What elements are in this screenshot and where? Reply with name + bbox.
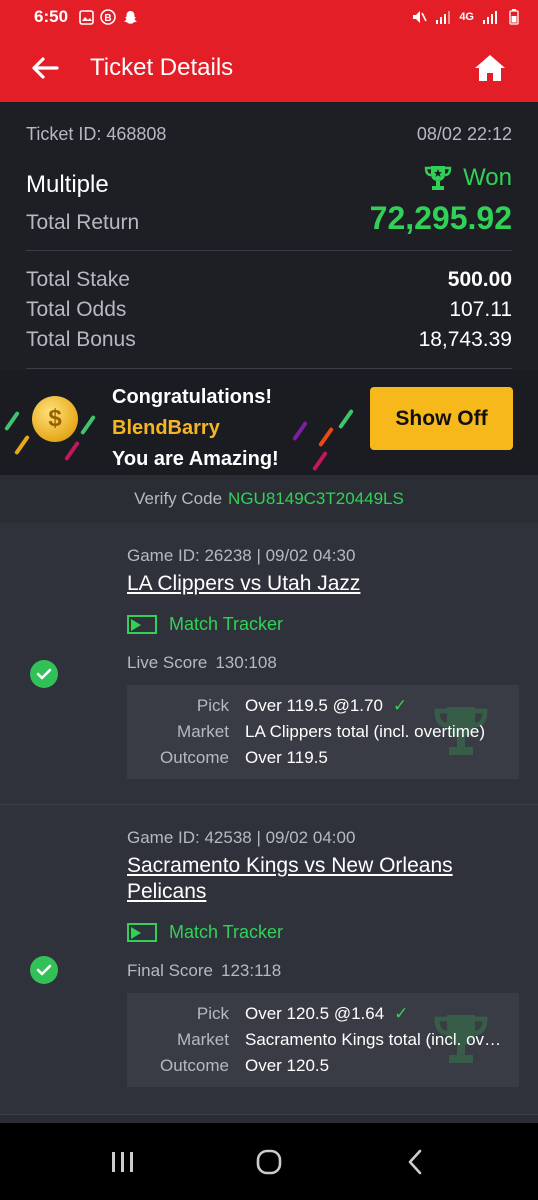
arrow-left-icon [32,57,59,79]
congrats-banner: $ Congratulations! BlendBarry You are Am… [0,370,538,475]
verify-code-value[interactable]: NGU8149C3T20449LS [228,489,404,509]
network-type: 4G [459,11,474,23]
total-odds-label: Total Odds [26,298,127,321]
score-label: Live Score [127,653,208,672]
chevron-left-icon [408,1149,422,1174]
bet-card: Game ID: 26238 | 09/02 04:30 LA Clippers… [0,523,538,805]
congrats-title: Congratulations! [112,386,272,408]
status-text: Won [463,164,512,191]
score-row: Live Score 130:108 [127,653,277,673]
check-circle-icon [30,660,58,688]
app-header: Ticket Details [0,34,538,102]
trophy-icon [424,166,452,190]
home-circle-icon [256,1149,282,1174]
market-label: Market [177,1030,229,1049]
check-icon: ✓ [394,1004,409,1023]
system-nav-bar [0,1123,538,1200]
pick-details: Pick Over 119.5 @1.70 ✓ Market LA Clipper… [127,685,519,779]
home-button[interactable] [470,48,510,88]
home-nav-button[interactable] [239,1142,299,1182]
back-button[interactable] [28,51,62,85]
check-circle-icon [30,956,58,984]
match-title[interactable]: LA Clippers vs Utah Jazz [127,571,507,597]
game-id: Game ID: 26238 | 09/02 04:30 [127,546,356,565]
status-bar: 6:50 B 4G [0,0,538,34]
total-odds-value: 107.11 [449,298,512,321]
back-nav-button[interactable] [385,1142,445,1182]
pick-details: Pick Over 120.5 @1.64 ✓ Market Sacramento… [127,993,519,1087]
verify-code-row: Verify Code NGU8149C3T20449LS [0,475,538,523]
match-title[interactable]: Sacramento Kings vs New Orleans Pelicans [127,853,507,905]
bet-card: Game ID: 42538 | 09/02 04:00 Sacramento … [0,805,538,1115]
divider [26,250,512,251]
score-value: 123:118 [220,961,282,980]
snapchat-icon [122,9,138,25]
divider [26,368,512,369]
recent-apps-icon [112,1151,133,1172]
b-badge-icon: B [100,9,116,25]
home-icon [475,55,505,81]
total-bonus-value: 18,743.39 [418,328,512,351]
mute-icon [411,9,428,25]
total-return-value: 72,295.92 [369,200,512,236]
outcome-value: Over 119.5 [245,748,328,767]
verify-code-label: Verify Code [134,489,223,508]
user-name: BlendBarry [112,417,220,439]
match-tracker-label: Match Tracker [169,614,284,634]
total-bonus-label: Total Bonus [26,328,136,351]
total-return-label: Total Return [26,211,140,234]
ticket-id: Ticket ID: 468808 [26,124,167,144]
recent-apps-button[interactable] [93,1142,153,1182]
match-tracker-button[interactable]: Match Tracker [127,614,283,635]
pick-label: Pick [196,1004,229,1023]
check-icon: ✓ [392,696,408,715]
signal-icon [482,9,498,25]
ticket-type: Multiple [26,171,109,198]
ticket-datetime: 08/02 22:12 [416,124,512,144]
game-id: Game ID: 42538 | 09/02 04:00 [127,828,356,847]
status-badge: Won [423,164,512,192]
congrats-subtitle: You are Amazing! [112,448,279,470]
match-tracker-label: Match Tracker [169,922,284,942]
market-label: Market [177,722,229,741]
score-value: 130:108 [215,653,277,672]
battery-icon [506,9,522,25]
page-title: Ticket Details [90,54,234,81]
market-value: LA Clippers total (incl. overtime) [245,722,485,741]
outcome-label: Outcome [160,1056,229,1075]
status-time: 6:50 [34,7,69,26]
show-off-button[interactable]: Show Off [370,387,513,450]
total-stake-label: Total Stake [26,268,130,291]
outcome-value: Over 120.5 [245,1056,330,1075]
play-icon [127,923,157,942]
play-icon [127,615,157,634]
gallery-icon [78,9,94,25]
outcome-label: Outcome [160,748,229,767]
pick-value: Over 119.5 @1.70 [245,696,383,715]
score-row: Final Score 123:118 [127,961,281,981]
pick-value: Over 120.5 @1.64 [245,1004,385,1023]
match-tracker-button[interactable]: Match Tracker [127,922,283,943]
wifi-icon [435,9,451,25]
score-label: Final Score [127,961,213,980]
svg-text:B: B [104,13,111,24]
pick-label: Pick [196,696,229,715]
coin-icon: $ [32,396,78,442]
total-stake-value: 500.00 [447,268,512,291]
market-value: Sacramento Kings total (incl. overtime) [245,1030,509,1049]
